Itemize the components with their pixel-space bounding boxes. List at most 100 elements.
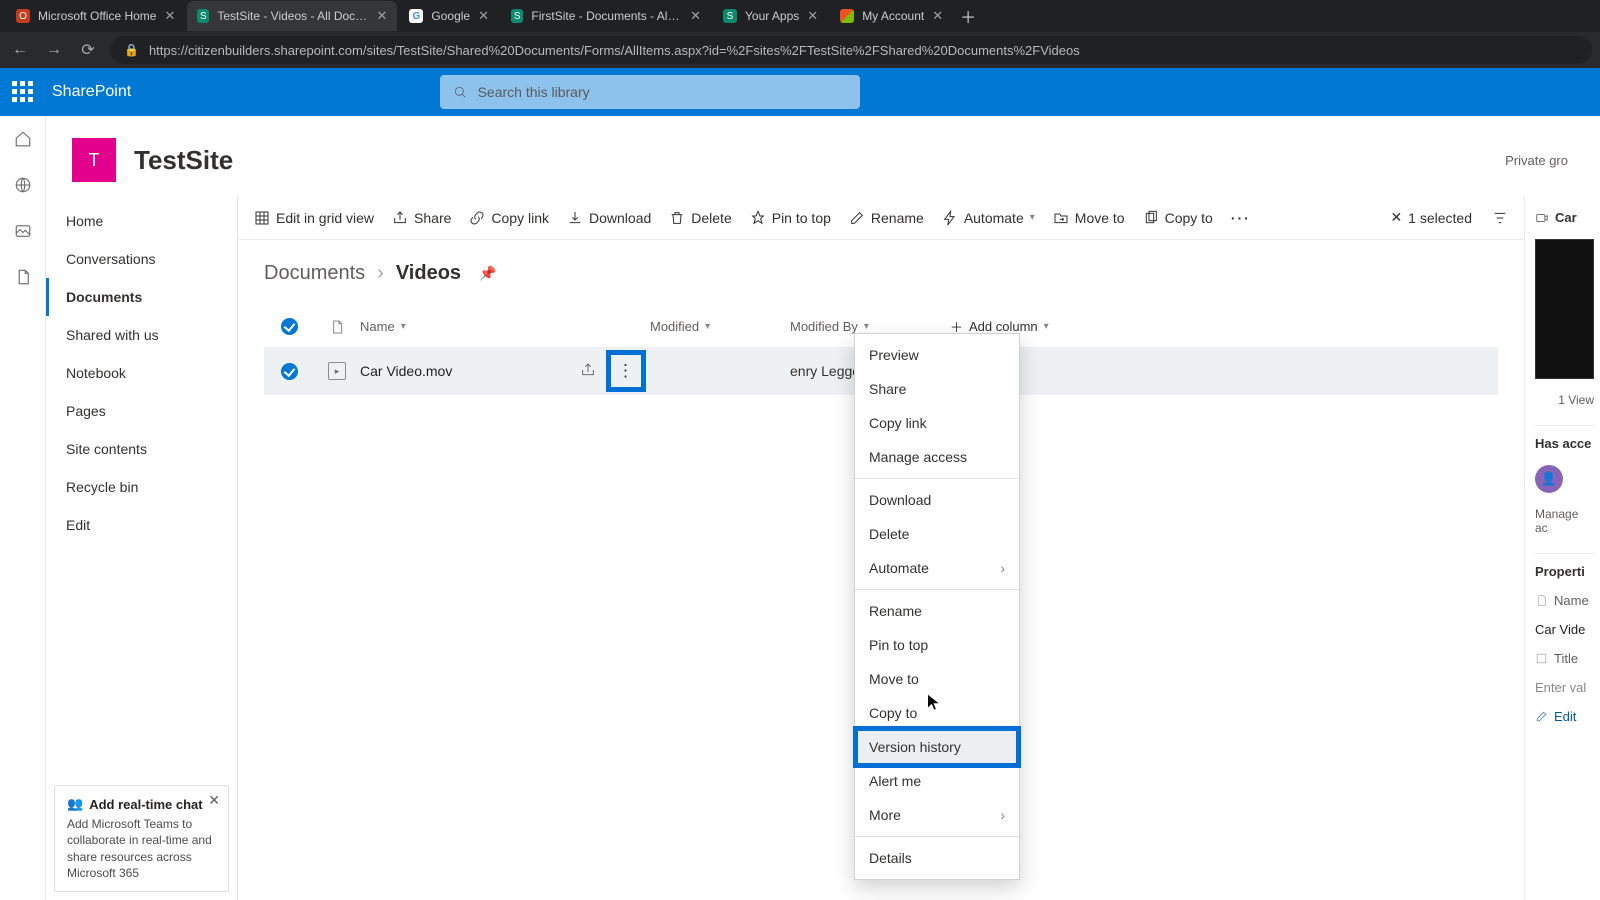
tab-my-account[interactable]: My Account ✕ <box>830 1 953 31</box>
nav-notebook[interactable]: Notebook <box>46 354 237 392</box>
tab-google[interactable]: G Google ✕ <box>399 1 499 31</box>
nav-pages[interactable]: Pages <box>46 392 237 430</box>
share-inline-button[interactable] <box>580 362 596 381</box>
close-icon[interactable]: ✕ <box>376 8 387 24</box>
properties-heading: Properti <box>1535 553 1594 579</box>
filter-icon[interactable] <box>1492 210 1508 226</box>
file-icon[interactable] <box>14 268 32 286</box>
url-bar[interactable]: 🔒 https://citizenbuilders.sharepoint.com… <box>110 36 1592 64</box>
tab-title: Google <box>431 9 470 23</box>
nav-site-contents[interactable]: Site contents <box>46 430 237 468</box>
video-thumbnail[interactable] <box>1535 239 1594 379</box>
details-file-title: Car <box>1555 210 1577 225</box>
close-icon[interactable]: ✕ <box>478 8 489 24</box>
col-modified-by[interactable]: Modified By▾ <box>790 319 950 334</box>
site-title[interactable]: TestSite <box>134 145 233 176</box>
manage-access-link[interactable]: Manage ac <box>1535 507 1594 535</box>
edit-all-link[interactable]: Edit <box>1535 709 1594 724</box>
cmd-copy-link[interactable]: Copy link <box>469 210 549 226</box>
title-input[interactable]: Enter val <box>1535 680 1594 695</box>
cmd-download[interactable]: Download <box>567 210 651 226</box>
globe-icon[interactable] <box>14 176 32 194</box>
ctx-move-to[interactable]: Move to <box>855 662 1019 696</box>
ctx-alert-me[interactable]: Alert me <box>855 764 1019 798</box>
chevron-down-icon: ▾ <box>401 321 406 332</box>
ctx-copy-to[interactable]: Copy to <box>855 696 1019 730</box>
row-checkbox[interactable] <box>281 363 298 380</box>
tab-firstsite[interactable]: S FirstSite - Documents - All Docu ✕ <box>501 1 711 31</box>
crumb-documents[interactable]: Documents <box>264 262 365 285</box>
nav-home[interactable]: Home <box>46 202 237 240</box>
cmd-edit-grid[interactable]: Edit in grid view <box>254 210 374 226</box>
ctx-preview[interactable]: Preview <box>855 338 1019 372</box>
image-icon[interactable] <box>14 222 32 240</box>
ctx-copy-link[interactable]: Copy link <box>855 406 1019 440</box>
sharepoint-icon: S <box>197 9 209 23</box>
cmd-pin-to-top[interactable]: Pin to top <box>750 210 831 226</box>
tab-title: FirstSite - Documents - All Docu <box>531 9 682 23</box>
app-launcher-icon[interactable] <box>12 81 34 103</box>
nav-recycle-bin[interactable]: Recycle bin <box>46 468 237 506</box>
col-name[interactable]: Name▾ <box>360 319 650 334</box>
ctx-more[interactable]: More <box>855 798 1019 832</box>
office-icon: O <box>16 9 30 23</box>
site-logo[interactable]: T <box>72 138 116 182</box>
ctx-version-history[interactable]: Version history <box>855 730 1019 764</box>
file-name[interactable]: Car Video.mov <box>360 363 452 379</box>
ctx-share[interactable]: Share <box>855 372 1019 406</box>
chevron-down-icon: ▾ <box>864 321 869 332</box>
reload-button[interactable]: ⟳ <box>76 40 100 60</box>
ctx-pin-to-top[interactable]: Pin to top <box>855 628 1019 662</box>
promo-title: Add real-time chat <box>89 797 202 812</box>
promo-body: Add Microsoft Teams to collaborate in re… <box>67 816 216 881</box>
nav-conversations[interactable]: Conversations <box>46 240 237 278</box>
pin-icon <box>750 210 766 226</box>
search-box[interactable] <box>440 75 860 109</box>
chevron-down-icon: ▾ <box>1044 321 1049 332</box>
ctx-rename[interactable]: Rename <box>855 594 1019 628</box>
close-icon[interactable]: ✕ <box>164 8 175 24</box>
new-tab-button[interactable]: ＋ <box>955 3 981 29</box>
cmd-share[interactable]: Share <box>392 210 451 226</box>
separator <box>855 836 1019 837</box>
back-button[interactable]: ← <box>8 41 32 59</box>
cmd-automate[interactable]: Automate ▾ <box>942 210 1035 226</box>
select-all-checkbox[interactable] <box>281 318 298 335</box>
ctx-delete[interactable]: Delete <box>855 517 1019 551</box>
share-icon <box>392 210 408 226</box>
chevron-right-icon: › <box>377 262 384 285</box>
ctx-download[interactable]: Download <box>855 483 1019 517</box>
sharepoint-brand[interactable]: SharePoint <box>52 83 131 101</box>
close-icon[interactable]: ✕ <box>208 792 220 809</box>
nav-documents[interactable]: Documents <box>46 278 237 316</box>
cmd-rename[interactable]: Rename <box>849 210 924 226</box>
close-icon[interactable]: ✕ <box>690 8 701 24</box>
nav-edit[interactable]: Edit <box>46 506 237 544</box>
ctx-details[interactable]: Details <box>855 841 1019 875</box>
ctx-manage-access[interactable]: Manage access <box>855 440 1019 474</box>
tab-testsite-videos[interactable]: S TestSite - Videos - All Documents ✕ <box>187 1 397 31</box>
clear-selection[interactable]: ✕ 1 selected <box>1390 209 1472 226</box>
cmd-delete[interactable]: Delete <box>669 210 731 226</box>
home-icon[interactable] <box>14 130 32 148</box>
file-type-icon <box>329 319 345 335</box>
cmd-move-to[interactable]: Move to <box>1053 210 1125 226</box>
pin-icon[interactable]: 📌 <box>479 265 496 282</box>
nav-shared-with-us[interactable]: Shared with us <box>46 316 237 354</box>
col-modified[interactable]: Modified▾ <box>650 319 790 334</box>
cmd-overflow[interactable]: ··· <box>1231 210 1251 226</box>
tab-title: TestSite - Videos - All Documents <box>217 9 368 23</box>
tab-title: Microsoft Office Home <box>38 9 156 23</box>
close-icon[interactable]: ✕ <box>932 8 943 24</box>
close-icon[interactable]: ✕ <box>807 8 818 24</box>
forward-button[interactable]: → <box>42 41 66 59</box>
tab-office-home[interactable]: O Microsoft Office Home ✕ <box>6 1 185 31</box>
title-icon <box>1535 652 1548 665</box>
search-input[interactable] <box>478 84 848 100</box>
tab-your-apps[interactable]: S Your Apps ✕ <box>713 1 828 31</box>
url-text: https://citizenbuilders.sharepoint.com/s… <box>149 43 1080 58</box>
avatar[interactable]: 👤 <box>1535 465 1563 493</box>
ctx-automate[interactable]: Automate <box>855 551 1019 585</box>
cmd-copy-to[interactable]: Copy to <box>1143 210 1213 226</box>
row-more-button[interactable]: ⋮ <box>610 354 642 388</box>
